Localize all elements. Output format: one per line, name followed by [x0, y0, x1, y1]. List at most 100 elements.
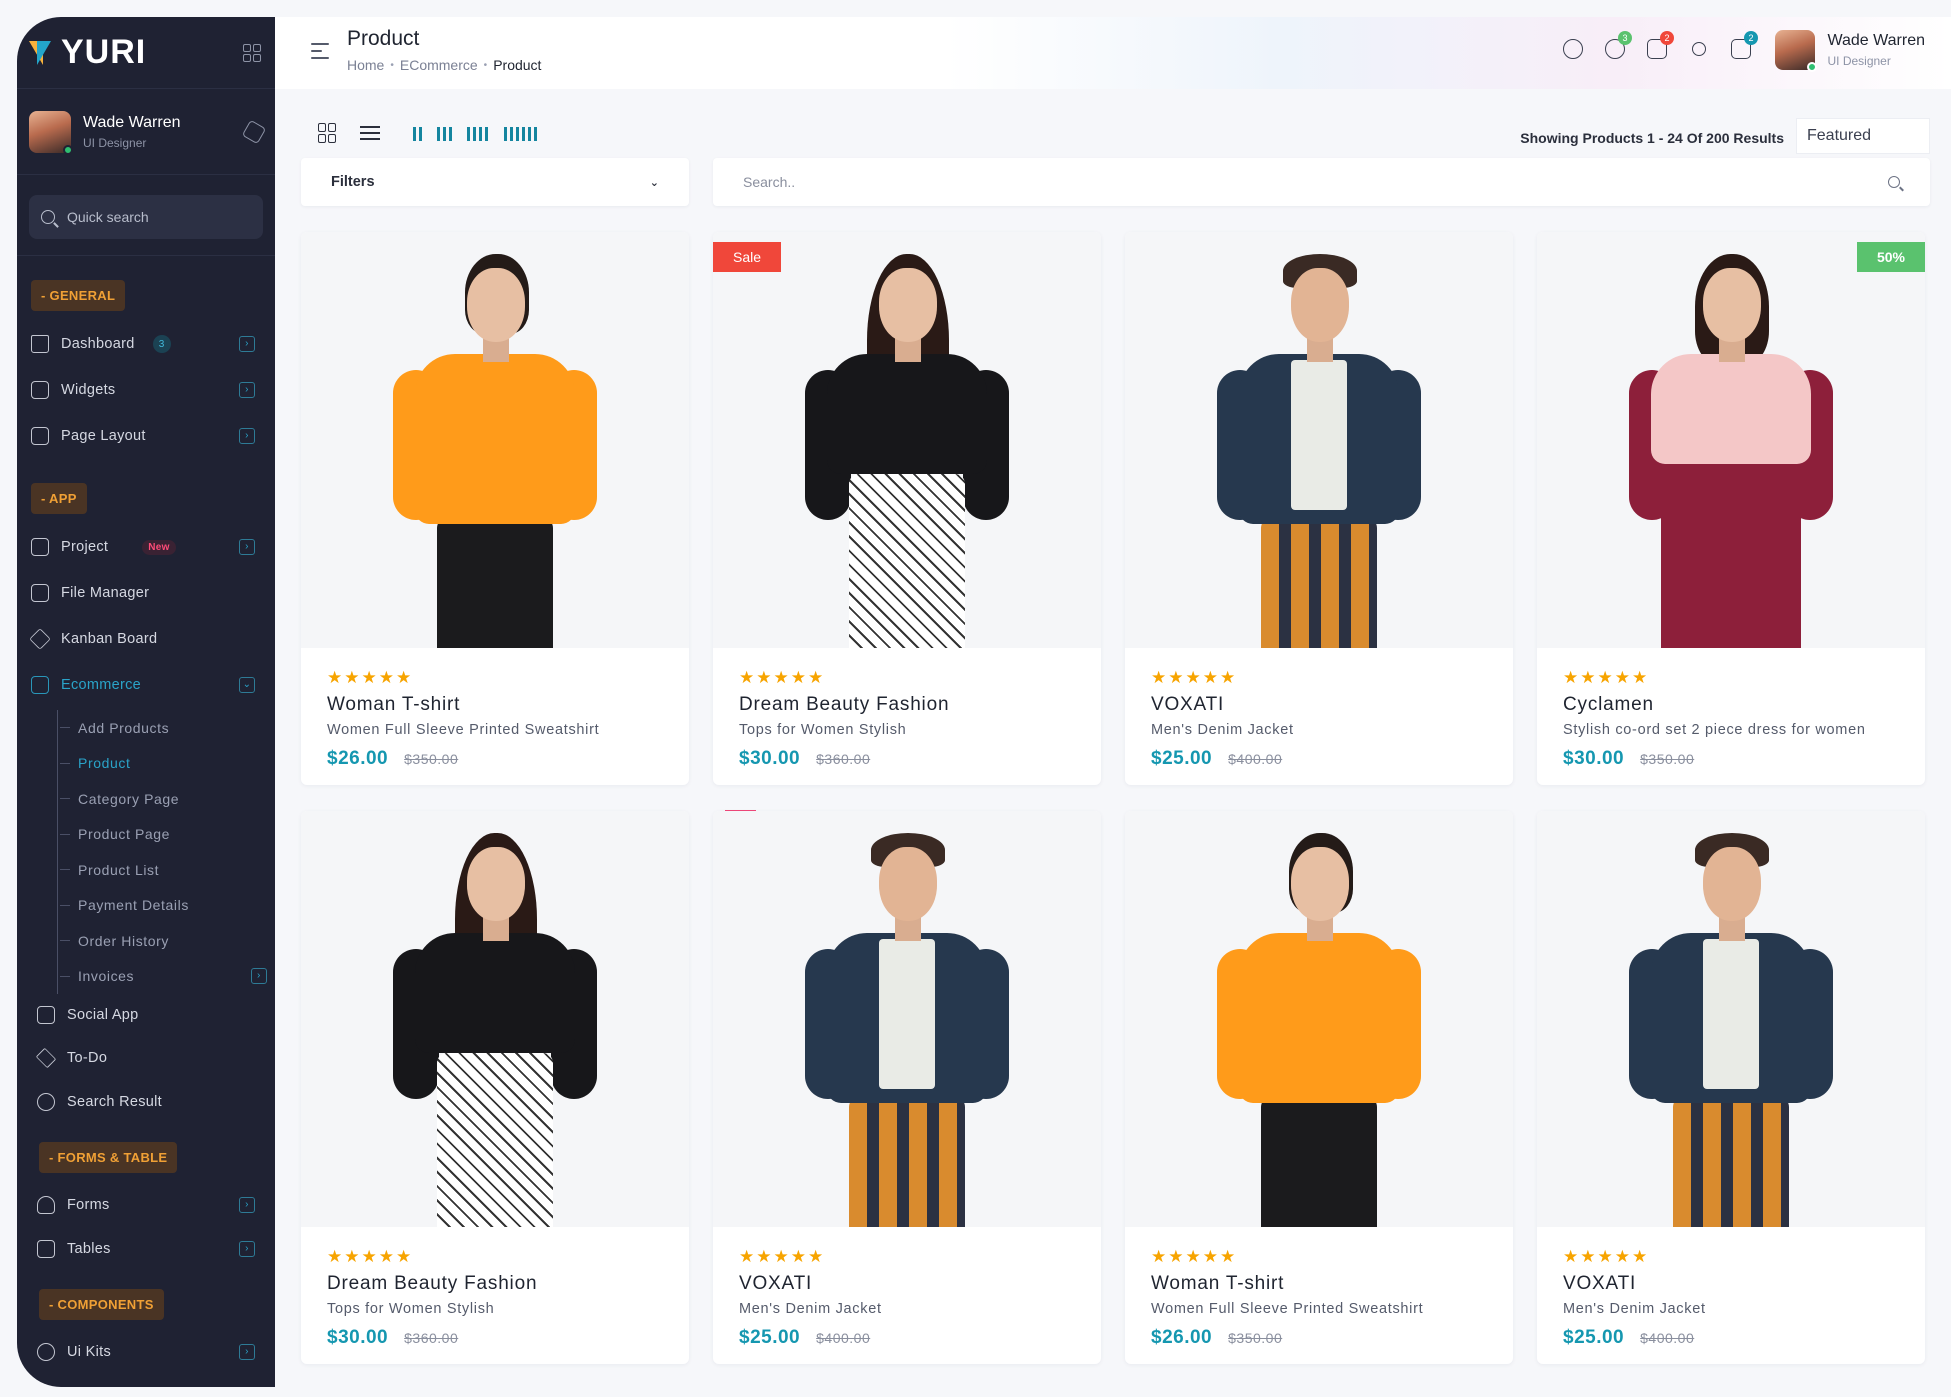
columns-4-icon[interactable] — [467, 127, 488, 141]
product-image[interactable] — [713, 811, 1101, 1227]
product-price: $25.00 — [1563, 1327, 1625, 1348]
submenu-order-history[interactable]: Order History — [60, 923, 275, 959]
breadcrumb-home[interactable]: Home — [347, 57, 384, 73]
product-old-price: $360.00 — [404, 1330, 459, 1346]
product-image[interactable] — [1537, 232, 1925, 648]
sidebar-item-social-app[interactable]: Social App — [17, 994, 275, 1036]
product-name[interactable]: Woman T-shirt — [327, 694, 673, 716]
sidebar-item-forms[interactable]: Forms › — [17, 1183, 275, 1227]
breadcrumb-separator: • — [483, 59, 488, 71]
product-card[interactable]: ★★★★★ VOXATI Men's Denim Jacket $25.00 $4… — [713, 811, 1101, 1364]
product-image[interactable] — [1537, 811, 1925, 1227]
product-old-price: $360.00 — [816, 751, 871, 767]
submenu-add-products[interactable]: Add Products — [60, 710, 275, 746]
avatar — [29, 110, 73, 155]
menu-toggle-icon[interactable] — [311, 43, 329, 59]
chevron-right-icon: › — [239, 336, 255, 352]
sidebar-item-label: Ecommerce — [61, 677, 142, 693]
model-photo — [1611, 248, 1851, 648]
results-count: Showing Products 1 - 24 Of 200 Results — [1520, 130, 1784, 146]
chevron-right-icon: › — [251, 968, 267, 985]
product-name[interactable]: VOXATI — [739, 1273, 1085, 1295]
product-image[interactable] — [1125, 232, 1513, 648]
model-photo — [1199, 827, 1439, 1227]
submenu-product[interactable]: Product — [60, 746, 275, 782]
product-image[interactable] — [301, 232, 689, 648]
grid-view-icon[interactable] — [318, 123, 338, 143]
rating-stars-icon: ★★★★★ — [327, 1247, 414, 1266]
product-image[interactable] — [1125, 811, 1513, 1227]
product-search-input[interactable]: Search.. — [713, 158, 1930, 206]
search-placeholder: Search.. — [743, 174, 796, 190]
columns-6-icon[interactable] — [504, 127, 537, 141]
quick-search-input[interactable]: Quick search — [29, 195, 263, 239]
product-name[interactable]: VOXATI — [1563, 1273, 1909, 1295]
sidebar-item-widgets[interactable]: Widgets › — [17, 367, 275, 413]
product-name[interactable]: Woman T-shirt — [1151, 1273, 1497, 1295]
product-name[interactable]: Dream Beauty Fashion — [327, 1273, 673, 1295]
sidebar-user[interactable]: Wade Warren UI Designer — [17, 89, 275, 175]
columns-3-icon[interactable] — [437, 127, 452, 141]
product-description: Women Full Sleeve Printed Sweatshirt — [1151, 1301, 1424, 1317]
model-photo — [375, 827, 615, 1227]
submenu-category-page[interactable]: Category Page — [60, 781, 275, 817]
chevron-right-icon: › — [239, 1344, 255, 1360]
product-card[interactable]: ★★★★★ VOXATI Men's Denim Jacket $25.00 $4… — [1125, 232, 1513, 785]
filters-label: Filters — [331, 174, 375, 190]
bell-icon[interactable]: 3 — [1605, 31, 1632, 59]
apps-grid-icon[interactable] — [243, 43, 261, 62]
submenu-invoices[interactable]: Invoices › — [60, 959, 275, 995]
product-card[interactable]: 50% ★★★★★ Cyclamen Stylish co-ord set 2 … — [1537, 232, 1925, 785]
apps-icon[interactable]: 2 — [1731, 31, 1758, 59]
user-role: UI Designer — [83, 135, 147, 150]
sidebar-item-project[interactable]: Project New › — [17, 524, 275, 570]
sidebar-item-file-manager[interactable]: File Manager — [17, 570, 275, 616]
submenu-product-page[interactable]: Product Page — [60, 817, 275, 853]
sale-badge: Sale — [713, 242, 782, 272]
breadcrumb: Home • ECommerce • Product — [347, 57, 541, 73]
product-name[interactable]: Dream Beauty Fashion — [739, 694, 1085, 716]
sidebar-item-tables[interactable]: Tables › — [17, 1227, 275, 1271]
product-name[interactable]: VOXATI — [1151, 694, 1497, 716]
sun-icon[interactable] — [1692, 42, 1706, 56]
product-name[interactable]: Cyclamen — [1563, 694, 1909, 716]
product-price: $25.00 — [1151, 748, 1213, 769]
product-image[interactable] — [713, 232, 1101, 648]
submenu-product-list[interactable]: Product List — [60, 852, 275, 888]
chevron-right-icon: › — [239, 539, 255, 555]
forms-icon — [37, 1196, 55, 1214]
columns-2-icon[interactable] — [413, 127, 422, 141]
breadcrumb-ecommerce[interactable]: ECommerce — [400, 57, 478, 73]
rating-stars-icon: ★★★★★ — [1151, 668, 1238, 687]
product-price: $30.00 — [1563, 748, 1625, 769]
pencil-icon — [35, 1047, 57, 1069]
sidebar-item-page-layout[interactable]: Page Layout › — [17, 413, 275, 459]
product-price: $26.00 — [1151, 1327, 1213, 1348]
sidebar-item-ecommerce[interactable]: Ecommerce ⌄ — [17, 662, 275, 708]
ecommerce-submenu: Add Products Product Category Page Produ… — [57, 710, 275, 994]
product-card[interactable]: ★★★★★ VOXATI Men's Denim Jacket $25.00 $4… — [1537, 811, 1925, 1364]
product-image[interactable] — [301, 811, 689, 1227]
model-photo — [375, 248, 615, 648]
search-icon[interactable] — [1563, 39, 1583, 59]
filters-dropdown[interactable]: Filters ⌄ — [301, 158, 689, 206]
product-card[interactable]: ★★★★★ Woman T-shirt Women Full Sleeve Pr… — [301, 232, 689, 785]
sidebar-item-kanban-board[interactable]: Kanban Board — [17, 616, 275, 662]
sidebar-item-label: Kanban Board — [61, 631, 158, 647]
header-user[interactable]: Wade Warren UI Designer — [1775, 30, 1925, 72]
sidebar-item-label: To-Do — [67, 1050, 108, 1066]
submenu-payment-details[interactable]: Payment Details — [60, 888, 275, 924]
settings-hex-icon[interactable] — [241, 119, 267, 144]
sort-select[interactable]: Featured — [1796, 118, 1930, 154]
sidebar-item-todo[interactable]: To-Do — [17, 1036, 275, 1080]
product-card[interactable]: Sale ★★★★★ Dream Beauty Fashion Tops for… — [713, 232, 1101, 785]
product-card[interactable]: ★★★★★ Dream Beauty Fashion Tops for Wome… — [301, 811, 689, 1364]
sidebar-item-label: Search Result — [67, 1094, 162, 1110]
cart-icon[interactable]: 2 — [1647, 31, 1674, 59]
search-result-icon — [37, 1093, 55, 1111]
product-card[interactable]: ★★★★★ Woman T-shirt Women Full Sleeve Pr… — [1125, 811, 1513, 1364]
list-view-icon[interactable] — [360, 123, 380, 143]
sidebar-item-search-result[interactable]: Search Result — [17, 1080, 275, 1124]
sidebar-item-dashboard[interactable]: Dashboard 3 › — [17, 321, 275, 367]
sidebar-item-ui-kits[interactable]: Ui Kits › — [17, 1330, 275, 1374]
